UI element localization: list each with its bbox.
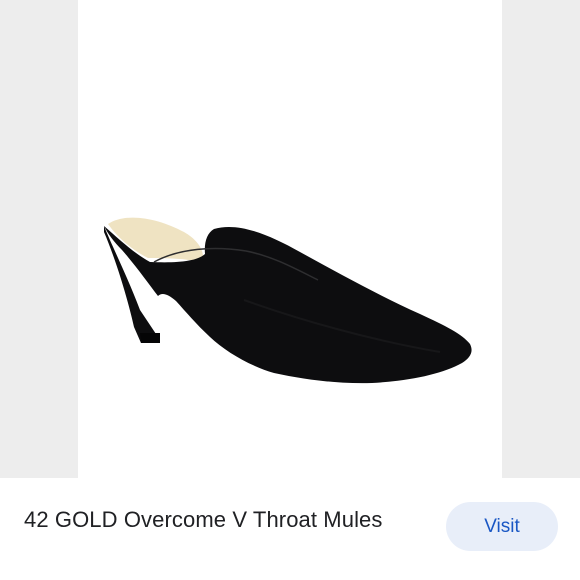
product-title[interactable]: 42 GOLD Overcome V Throat Mules [24, 504, 414, 535]
product-image-area[interactable] [0, 0, 580, 478]
product-info-bar: 42 GOLD Overcome V Throat Mules Visit [0, 478, 580, 580]
product-card: 42 GOLD Overcome V Throat Mules Visit [0, 0, 580, 580]
shoe-heel-tip [140, 333, 160, 343]
product-image[interactable] [0, 0, 580, 478]
shoe-lining [108, 217, 204, 262]
visit-button[interactable]: Visit [446, 502, 558, 551]
